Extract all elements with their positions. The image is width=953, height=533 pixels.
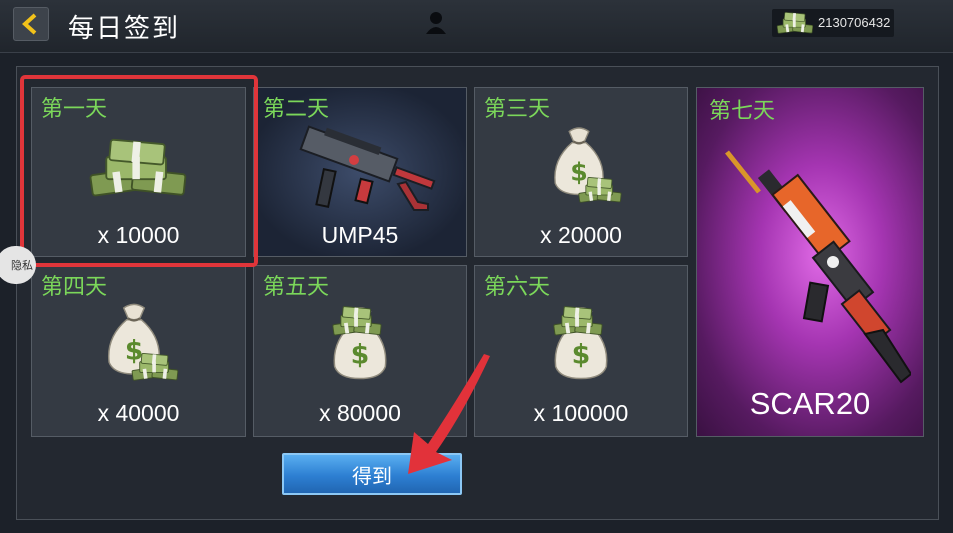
reward-card-day-7[interactable]: 第七天 SCAR20 xyxy=(696,87,924,437)
day-label: 第三天 xyxy=(484,96,551,121)
reward-quantity: x 100000 xyxy=(533,400,629,426)
reward-card-day-4[interactable]: 第四天 x 40000 xyxy=(31,265,246,437)
currency-amount: 2130706432 xyxy=(818,15,891,30)
day-label: 第六天 xyxy=(484,274,551,299)
privacy-label: 隐私 xyxy=(11,259,33,272)
reward-item-name: UMP45 xyxy=(321,222,399,248)
top-bar: 每日签到 2130706432 xyxy=(0,0,953,53)
back-button[interactable] xyxy=(13,7,49,41)
reward-quantity: x 40000 xyxy=(97,400,180,426)
day-label: 第七天 xyxy=(709,98,776,123)
reward-card-day-3[interactable]: 第三天 x 20000 xyxy=(474,87,688,257)
cash-stack-icon xyxy=(774,6,816,40)
get-reward-button[interactable]: 得到 xyxy=(282,453,462,495)
day-label: 第二天 xyxy=(263,96,330,121)
page-title: 每日签到 xyxy=(68,13,181,43)
reward-card-day-6[interactable]: 第六天 x 100000 xyxy=(474,265,688,437)
cash-stack-icon xyxy=(547,302,609,340)
reward-card-day-1[interactable]: 第一天 x 10000 xyxy=(31,87,246,257)
reward-quantity: x 20000 xyxy=(540,222,622,248)
reward-quantity: x 80000 xyxy=(319,400,401,426)
cash-stack-icon xyxy=(128,348,182,386)
reward-quantity: x 10000 xyxy=(97,222,180,248)
currency-display: 2130706432 xyxy=(772,9,894,37)
cash-stack-icon xyxy=(82,130,194,206)
cash-stack-icon xyxy=(575,172,625,208)
profile-icon[interactable] xyxy=(424,10,448,34)
day-label: 第五天 xyxy=(263,274,330,299)
scar20-rifle-icon xyxy=(725,150,911,384)
ump45-gun-icon xyxy=(299,125,436,211)
day-label: 第一天 xyxy=(41,96,108,121)
cash-stack-icon xyxy=(326,302,388,340)
back-arrow-icon xyxy=(22,13,37,35)
day-label: 第四天 xyxy=(41,274,108,299)
reward-item-name: SCAR20 xyxy=(749,386,871,421)
reward-card-day-5[interactable]: 第五天 x 80000 xyxy=(253,265,467,437)
reward-card-day-2[interactable]: 第二天 UMP45 xyxy=(253,87,467,257)
